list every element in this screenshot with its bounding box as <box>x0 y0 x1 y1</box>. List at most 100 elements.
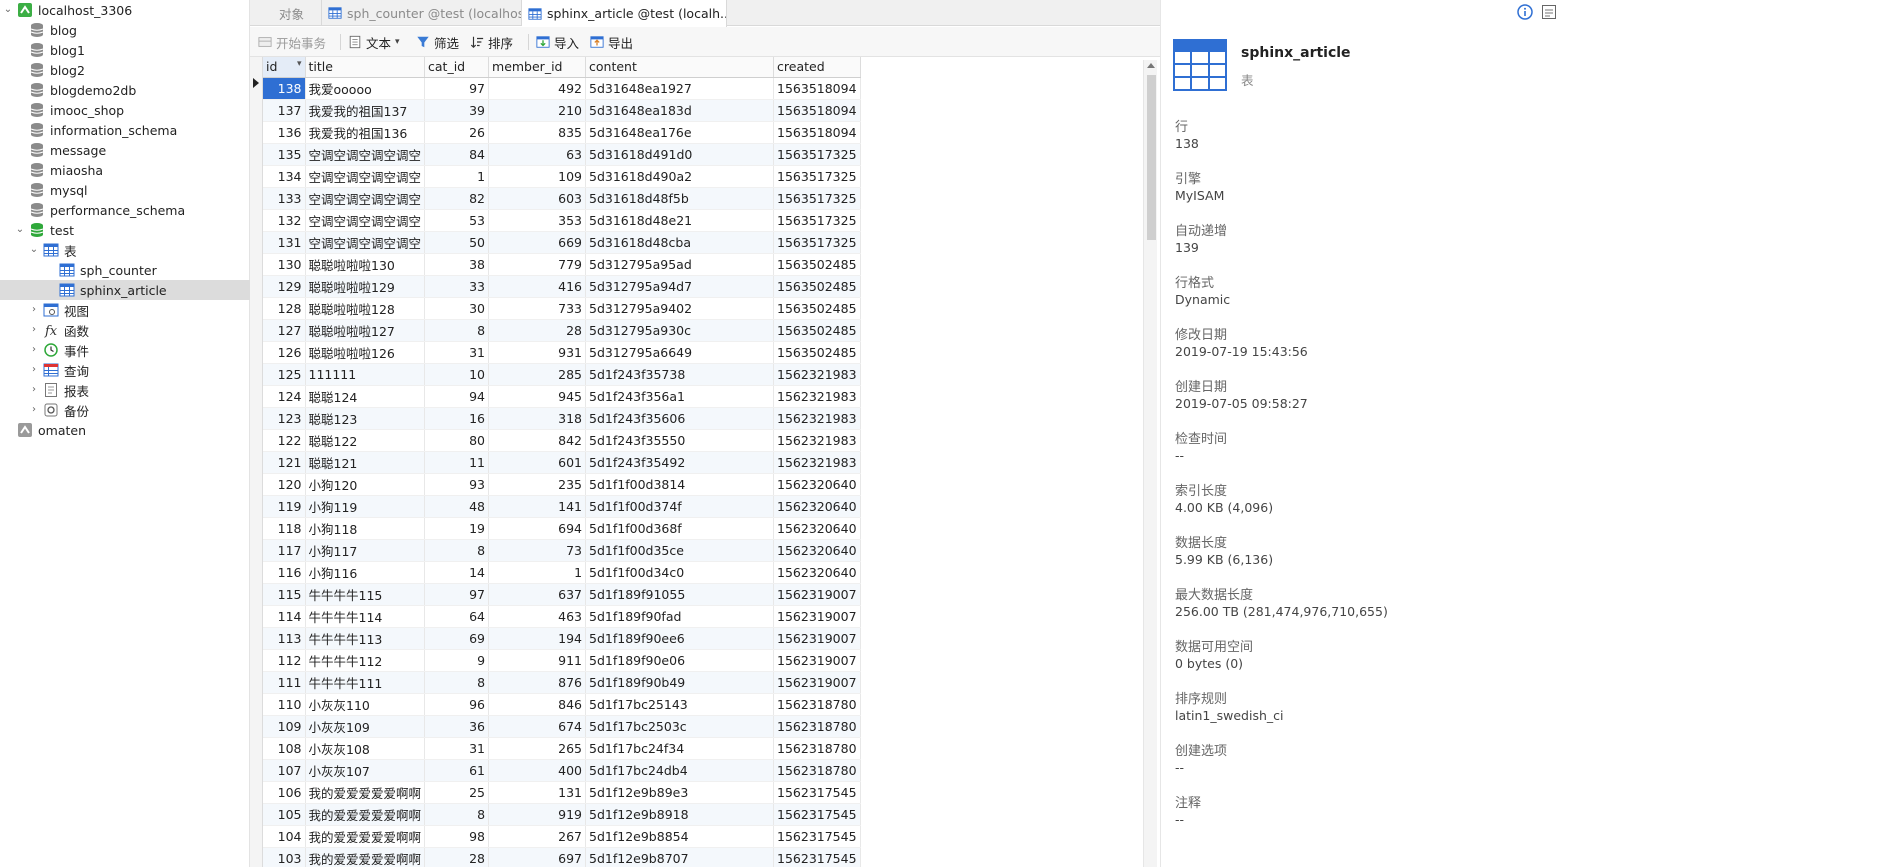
cell-member-id[interactable]: 131 <box>488 781 587 804</box>
cell-id[interactable]: 108 <box>263 737 306 760</box>
cell-id[interactable]: 120 <box>263 473 306 496</box>
cell-title[interactable]: 我爱ooooo <box>305 77 426 100</box>
table-row[interactable]: 130 聪聪啦啦啦130 38 779 5d312795a95ad 1563502485 <box>263 253 861 276</box>
tree-db-performance-schema[interactable]: performance_schema <box>0 200 250 220</box>
tree-db-imooc-shop[interactable]: imooc_shop <box>0 100 250 120</box>
table-row[interactable]: 121 聪聪121 11 601 5d1f243f35492 1562321983 <box>263 451 861 474</box>
cell-member-id[interactable]: 674 <box>488 715 587 738</box>
expand-arrow-icon[interactable]: ⌄ <box>2 4 14 16</box>
cell-id[interactable]: 117 <box>263 539 306 562</box>
cell-content[interactable]: 5d1f189f91055 <box>585 583 775 606</box>
cell-cat-id[interactable]: 98 <box>424 825 490 848</box>
cell-title[interactable]: 空调空调空调空调空 <box>305 165 426 188</box>
cell-member-id[interactable]: 637 <box>488 583 587 606</box>
cell-title[interactable]: 聪聪啦啦啦127 <box>305 319 426 342</box>
cell-title[interactable]: 小灰灰107 <box>305 759 426 782</box>
cell-member-id[interactable]: 931 <box>488 341 587 364</box>
cell-cat-id[interactable]: 30 <box>424 297 490 320</box>
data-grid[interactable]: id ▾ title cat_id member_id content creat… <box>250 57 1145 867</box>
table-row[interactable]: 105 我的爱爱爱爱爱啊啊 8 919 5d1f12e9b8918 1562317545 <box>263 803 861 826</box>
cell-member-id[interactable]: 846 <box>488 693 587 716</box>
cell-content[interactable]: 5d1f1f00d35ce <box>585 539 775 562</box>
cell-cat-id[interactable]: 19 <box>424 517 490 540</box>
collapse-arrow-icon[interactable]: › <box>28 324 40 336</box>
cell-created[interactable]: 1562320640 <box>773 495 861 518</box>
cell-id[interactable]: 134 <box>263 165 306 188</box>
cell-title[interactable]: 聪聪啦啦啦129 <box>305 275 426 298</box>
cell-id[interactable]: 115 <box>263 583 306 606</box>
cell-cat-id[interactable]: 97 <box>424 77 490 100</box>
cell-cat-id[interactable]: 80 <box>424 429 490 452</box>
cell-content[interactable]: 5d31618d491d0 <box>585 143 775 166</box>
cell-cat-id[interactable]: 8 <box>424 803 490 826</box>
cell-member-id[interactable]: 945 <box>488 385 587 408</box>
cell-title[interactable]: 小狗117 <box>305 539 426 562</box>
collapse-arrow-icon[interactable]: › <box>28 304 40 316</box>
cell-content[interactable]: 5d1f17bc24f34 <box>585 737 775 760</box>
cell-content[interactable]: 5d31648ea1927 <box>585 77 775 100</box>
cell-content[interactable]: 5d312795a94d7 <box>585 275 775 298</box>
cell-created[interactable]: 1563517325 <box>773 209 861 232</box>
table-row[interactable]: 122 聪聪122 80 842 5d1f243f35550 1562321983 <box>263 429 861 452</box>
cell-title[interactable]: 我的爱爱爱爱爱啊啊 <box>305 781 426 804</box>
begin-transaction-button[interactable]: 开始事务 <box>258 32 326 52</box>
cell-member-id[interactable]: 842 <box>488 429 587 452</box>
cell-member-id[interactable]: 694 <box>488 517 587 540</box>
tree-table-sphinx-article[interactable]: sphinx_article <box>0 280 250 300</box>
table-row[interactable]: 127 聪聪啦啦啦127 8 28 5d312795a930c 1563502485 <box>263 319 861 342</box>
cell-id[interactable]: 111 <box>263 671 306 694</box>
cell-content[interactable]: 5d1f189f90fad <box>585 605 775 628</box>
cell-member-id[interactable]: 835 <box>488 121 587 144</box>
cell-cat-id[interactable]: 1 <box>424 165 490 188</box>
sort-button[interactable]: 排序 <box>470 32 513 52</box>
cell-id[interactable]: 132 <box>263 209 306 232</box>
cell-id[interactable]: 122 <box>263 429 306 452</box>
table-row[interactable]: 116 小狗116 14 1 5d1f1f00d34c0 1562320640 <box>263 561 861 584</box>
table-row[interactable]: 125 111111 10 285 5d1f243f35738 1562321983 <box>263 363 861 386</box>
cell-id[interactable]: 123 <box>263 407 306 430</box>
table-row[interactable]: 128 聪聪啦啦啦128 30 733 5d312795a9402 1563502485 <box>263 297 861 320</box>
cell-cat-id[interactable]: 48 <box>424 495 490 518</box>
cell-cat-id[interactable]: 97 <box>424 583 490 606</box>
collapse-arrow-icon[interactable]: › <box>28 384 40 396</box>
tree-db-test[interactable]: ⌄ test <box>0 220 250 240</box>
table-row[interactable]: 110 小灰灰110 96 846 5d1f17bc25143 1562318780 <box>263 693 861 716</box>
cell-cat-id[interactable]: 96 <box>424 693 490 716</box>
column-header-member-id[interactable]: member_id <box>488 57 587 78</box>
cell-cat-id[interactable]: 93 <box>424 473 490 496</box>
cell-content[interactable]: 5d1f1f00d3814 <box>585 473 775 496</box>
cell-created[interactable]: 1562321983 <box>773 429 861 452</box>
collapse-arrow-icon[interactable]: › <box>28 404 40 416</box>
cell-created[interactable]: 1562321983 <box>773 385 861 408</box>
table-row[interactable]: 133 空调空调空调空调空 82 603 5d31618d48f5b 1563517325 <box>263 187 861 210</box>
tree-db-blog2[interactable]: blog2 <box>0 60 250 80</box>
collapse-arrow-icon[interactable]: › <box>28 364 40 376</box>
cell-content[interactable]: 5d312795a9402 <box>585 297 775 320</box>
cell-title[interactable]: 我爱我的祖国136 <box>305 121 426 144</box>
cell-created[interactable]: 1563518094 <box>773 99 861 122</box>
ddl-icon[interactable] <box>1541 4 1557 23</box>
tab-sph-counter[interactable]: sph_counter @test (localhos... <box>322 0 522 26</box>
cell-cat-id[interactable]: 9 <box>424 649 490 672</box>
table-row[interactable]: 109 小灰灰109 36 674 5d1f17bc2503c 1562318780 <box>263 715 861 738</box>
cell-id[interactable]: 126 <box>263 341 306 364</box>
cell-id[interactable]: 110 <box>263 693 306 716</box>
cell-member-id[interactable]: 73 <box>488 539 587 562</box>
table-row[interactable]: 135 空调空调空调空调空 84 63 5d31618d491d0 1563517325 <box>263 143 861 166</box>
cell-content[interactable]: 5d31618d48cba <box>585 231 775 254</box>
cell-content[interactable]: 5d1f12e9b8707 <box>585 847 775 867</box>
cell-content[interactable]: 5d31648ea176e <box>585 121 775 144</box>
cell-member-id[interactable]: 318 <box>488 407 587 430</box>
cell-cat-id[interactable]: 61 <box>424 759 490 782</box>
cell-member-id[interactable]: 210 <box>488 99 587 122</box>
cell-title[interactable]: 小灰灰110 <box>305 693 426 716</box>
cell-title[interactable]: 小狗120 <box>305 473 426 496</box>
scroll-up-icon[interactable] <box>1147 63 1155 68</box>
tab-sphinx-article[interactable]: sphinx_article @test (localh... <box>522 0 727 27</box>
cell-title[interactable]: 空调空调空调空调空 <box>305 231 426 254</box>
cell-created[interactable]: 1562319007 <box>773 671 861 694</box>
tree-table-sph-counter[interactable]: sph_counter <box>0 260 250 280</box>
cell-member-id[interactable]: 63 <box>488 143 587 166</box>
cell-id[interactable]: 107 <box>263 759 306 782</box>
table-row[interactable]: 134 空调空调空调空调空 1 109 5d31618d490a2 1563517325 <box>263 165 861 188</box>
